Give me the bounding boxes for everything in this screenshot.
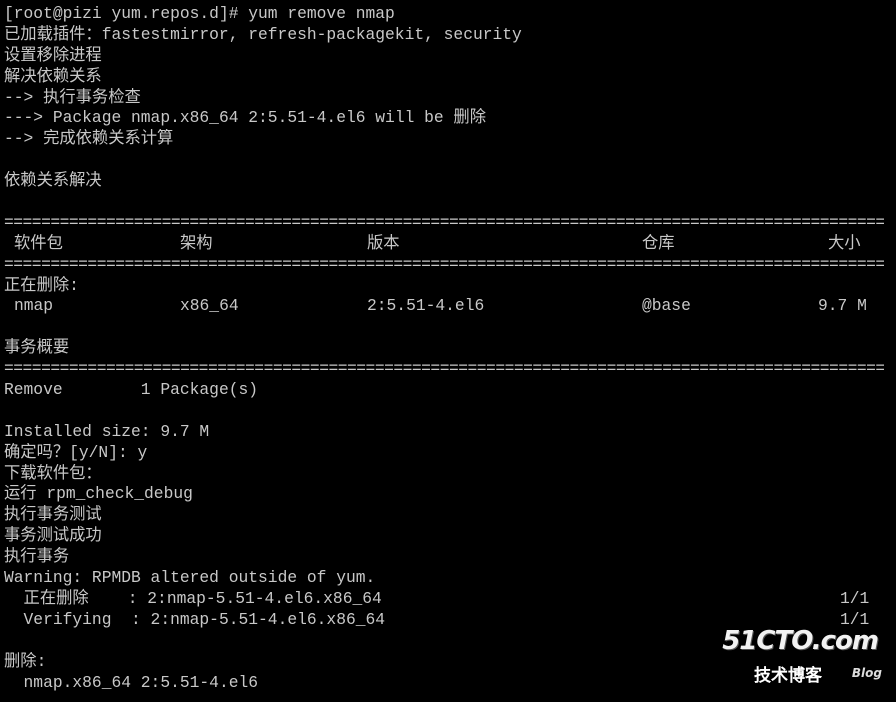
- watermark-blog: Blog: [851, 666, 882, 680]
- summary-line: Remove 1 Package(s): [4, 380, 259, 400]
- table-row: nmap x86_64 2:5.51-4.el6 @base 9.7 M: [4, 296, 896, 317]
- terminal-line-prompt: [root@pizi yum.repos.d]# yum remove nmap: [4, 4, 395, 23]
- terminal-line: 运行 rpm_check_debug: [4, 484, 193, 504]
- terminal-line: 确定吗？[y/N]: y: [4, 442, 148, 462]
- header-size: 大小: [828, 233, 861, 253]
- cell-arch: x86_64: [180, 296, 239, 316]
- header-package: 软件包: [14, 233, 63, 253]
- terminal-line: --> 执行事务检查: [4, 87, 141, 107]
- header-arch: 架构: [180, 233, 213, 253]
- terminal-line: 执行事务: [4, 547, 70, 567]
- table-rule: ========================================…: [4, 254, 884, 274]
- cell-version: 2:5.51-4.el6: [367, 296, 485, 316]
- cell-repo: @base: [642, 296, 691, 316]
- cell-package: nmap: [14, 296, 54, 316]
- progress-label: 正在删除 : 2:nmap-5.51-4.el6.x86_64: [4, 588, 382, 608]
- terminal-line: 依赖关系解决: [4, 171, 102, 191]
- table-rule: ========================================…: [4, 359, 884, 379]
- summary-label: 事务概要: [4, 338, 70, 358]
- terminal-line: 执行事务测试: [4, 505, 102, 525]
- progress-count: 1/1: [840, 588, 870, 608]
- header-repo: 仓库: [642, 233, 675, 253]
- progress-label: Verifying : 2:nmap-5.51-4.el6.x86_64: [4, 609, 386, 629]
- terminal-line: --> 完成依赖关系计算: [4, 129, 174, 149]
- terminal-window[interactable]: [root@pizi yum.repos.d]# yum remove nmap…: [0, 0, 896, 702]
- terminal-line: Warning: RPMDB altered outside of yum.: [4, 568, 376, 588]
- terminal-line: 解决依赖关系: [4, 66, 102, 86]
- site-watermark: 51CTO.com 技术博客 Blog: [722, 626, 882, 688]
- table-rule: ========================================…: [4, 212, 884, 232]
- header-version: 版本: [367, 233, 400, 253]
- table-header: 软件包 架构 版本 仓库 大小: [4, 234, 896, 255]
- removing-label: 正在删除:: [4, 275, 79, 295]
- watermark-tagline: 技术博客: [754, 666, 822, 686]
- terminal-line: ---> Package nmap.x86_64 2:5.51-4.el6 wi…: [4, 108, 486, 128]
- progress-row: 正在删除 : 2:nmap-5.51-4.el6.x86_64 1/1: [4, 589, 896, 610]
- terminal-line: Installed size: 9.7 M: [4, 421, 210, 441]
- terminal-line: 事务测试成功: [4, 526, 102, 546]
- watermark-site: 51CTO.com: [722, 626, 879, 656]
- terminal-line: 设置移除进程: [4, 45, 102, 65]
- cell-size: 9.7 M: [818, 296, 867, 316]
- terminal-line: 下载软件包：: [4, 463, 102, 483]
- terminal-line: 已加载插件：fastestmirror, refresh-packagekit,…: [4, 24, 522, 44]
